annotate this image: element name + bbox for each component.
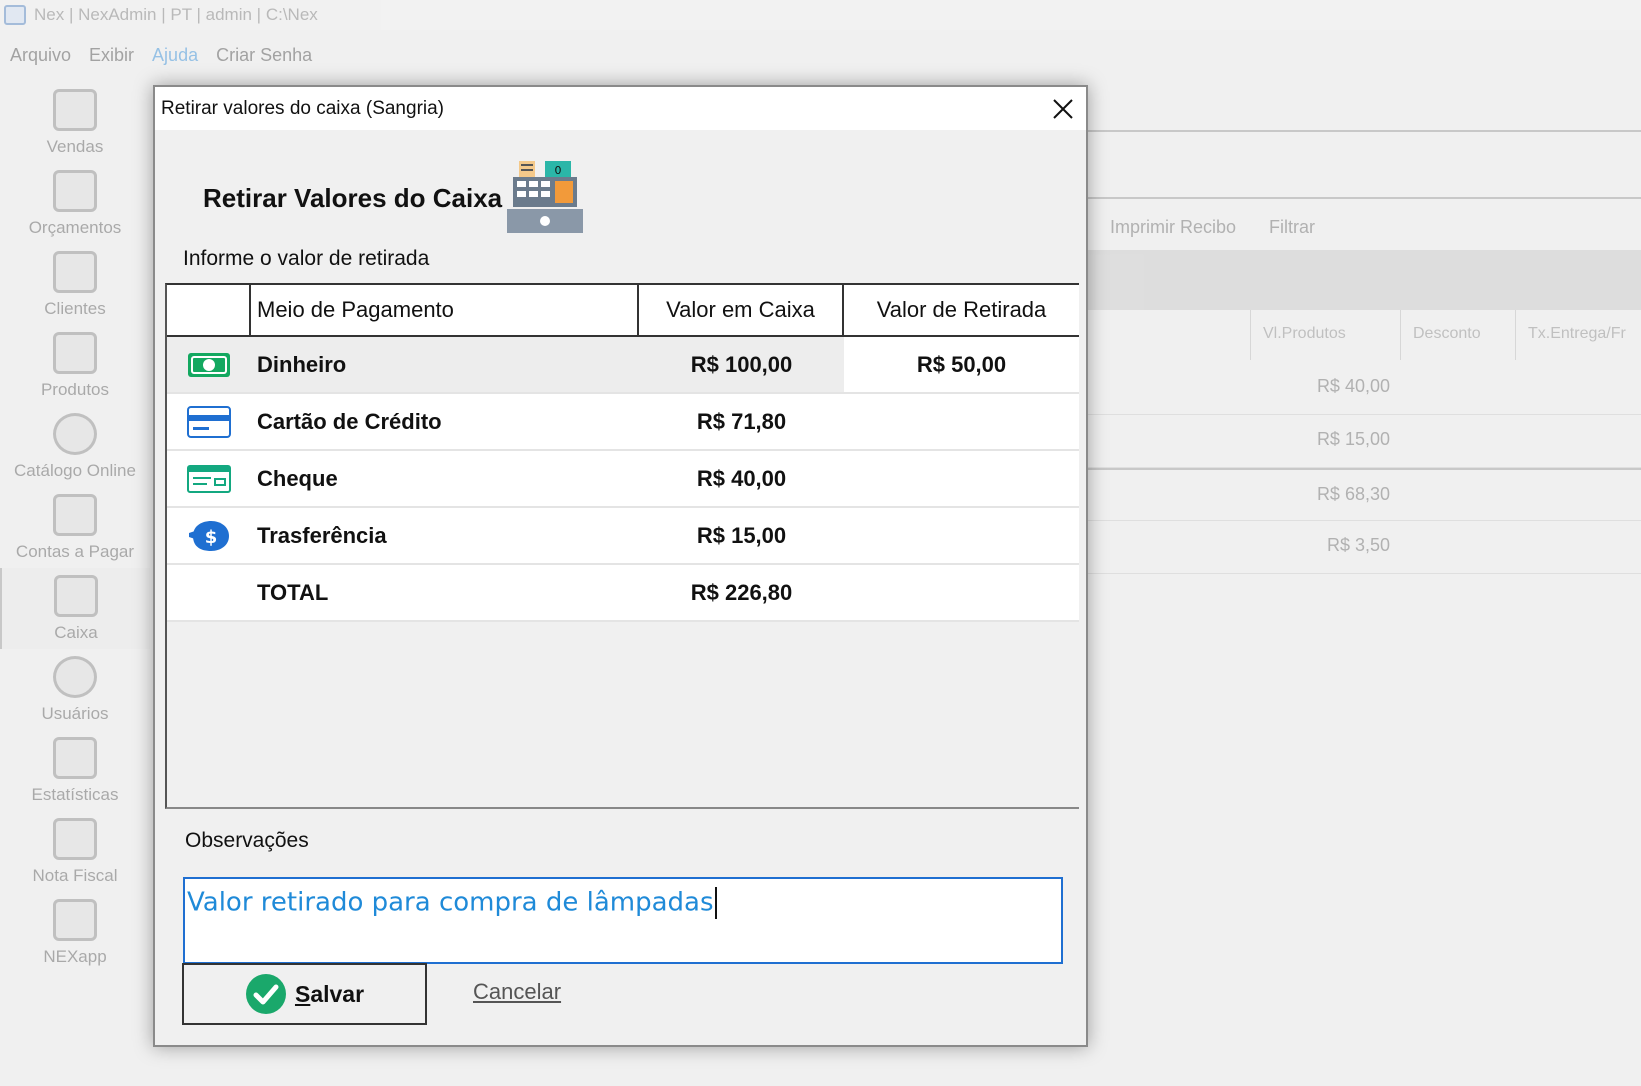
column-in-register: Valor em Caixa	[639, 285, 844, 335]
table-row[interactable]: $ Trasferência R$ 15,00	[167, 508, 1079, 565]
sidebar-item-produtos[interactable]: Produtos	[0, 325, 150, 406]
sidebar-item-orcamentos[interactable]: Orçamentos	[0, 163, 150, 244]
chart-icon	[53, 737, 97, 779]
box-icon	[53, 332, 97, 374]
sidebar-item-usuarios[interactable]: Usuários	[0, 649, 150, 730]
background-band	[1050, 250, 1641, 310]
cash-register-icon: 0	[507, 161, 583, 233]
withdrawal-value[interactable]	[844, 508, 1079, 563]
sidebar: Vendas Orçamentos Clientes Produtos Catá…	[0, 82, 150, 973]
header-icon-cell	[167, 285, 251, 335]
sidebar-item-catalogo[interactable]: Catálogo Online	[0, 406, 150, 487]
qr-icon	[53, 818, 97, 860]
notes-input[interactable]: Valor retirado para compra de lâmpadas	[183, 877, 1063, 964]
dialog-title: Retirar valores do caixa (Sangria)	[161, 97, 445, 119]
table-row: R$ 15,00	[1050, 415, 1641, 468]
grid-header: Meio de Pagamento Valor em Caixa Valor d…	[167, 285, 1079, 337]
in-register-value: R$ 100,00	[690, 351, 793, 377]
print-receipt-button[interactable]: Imprimir Recibo	[1110, 217, 1236, 237]
total-label: TOTAL	[257, 579, 329, 605]
register-icon	[54, 575, 98, 617]
menu-arquivo[interactable]: Arquivo	[10, 45, 71, 66]
withdrawal-value[interactable]	[844, 394, 1079, 449]
app-icon	[4, 5, 26, 25]
total-withdrawal	[844, 565, 1079, 620]
withdrawal-prompt: Informe o valor de retirada	[183, 247, 430, 270]
globe-icon	[53, 413, 97, 455]
total-row: TOTAL R$ 226,80	[167, 565, 1079, 622]
withdrawal-dialog: Retirar valores do caixa (Sangria) Retir…	[153, 85, 1088, 1047]
table-row: R$ 3,50	[1050, 521, 1641, 574]
window-titlebar: Nex | NexAdmin | PT | admin | C:\Nex	[0, 0, 1641, 30]
cart-icon	[53, 89, 97, 131]
table-row[interactable]: Cheque R$ 40,00	[167, 451, 1079, 508]
save-label: alvar	[310, 980, 365, 1007]
payment-methods-grid: Meio de Pagamento Valor em Caixa Valor d…	[165, 283, 1079, 809]
sidebar-item-nota-fiscal[interactable]: Nota Fiscal	[0, 811, 150, 892]
cash-icon	[188, 352, 230, 377]
table-row[interactable]: Dinheiro R$ 100,00 R$ 50,00	[167, 337, 1079, 394]
close-icon	[1053, 98, 1073, 119]
sidebar-item-caixa[interactable]: Caixa	[0, 568, 150, 649]
sidebar-item-clientes[interactable]: Clientes	[0, 244, 150, 325]
withdrawal-value[interactable]	[844, 451, 1079, 506]
sidebar-item-contas[interactable]: Contas a Pagar	[0, 487, 150, 568]
piggy-bank-icon: $	[189, 520, 229, 551]
method-name: Trasferência	[257, 522, 387, 548]
background-table-header: Vl.Produtos Desconto Tx.Entrega/Fr	[1050, 310, 1641, 360]
sidebar-item-vendas[interactable]: Vendas	[0, 82, 150, 163]
menu-ajuda[interactable]: Ajuda	[152, 45, 198, 66]
dialog-header: Retirar Valores do Caixa	[203, 183, 503, 213]
svg-text:$: $	[205, 527, 218, 548]
total-value: R$ 226,80	[690, 579, 793, 605]
filter-button[interactable]: Filtrar	[1269, 217, 1315, 237]
table-row[interactable]: Cartão de Crédito R$ 71,80	[167, 394, 1079, 451]
method-name: Dinheiro	[257, 351, 347, 377]
column-tx-entrega: Tx.Entrega/Fr	[1515, 310, 1638, 360]
in-register-value: R$ 71,80	[696, 408, 787, 434]
checkmark-icon	[245, 974, 286, 1014]
sidebar-item-nexapp[interactable]: NEXapp	[0, 892, 150, 973]
menu-exibir[interactable]: Exibir	[89, 45, 134, 66]
background-main: Imprimir Recibo Filtrar Vl.Produtos Desc…	[1050, 82, 1641, 1086]
svg-text:0: 0	[555, 164, 562, 177]
column-vl-produtos: Vl.Produtos	[1250, 310, 1400, 360]
window-title: Nex | NexAdmin | PT | admin | C:\Nex	[34, 5, 318, 24]
credit-card-icon	[187, 405, 231, 438]
in-register-value: R$ 40,00	[696, 465, 787, 491]
bill-icon	[53, 494, 97, 536]
column-method: Meio de Pagamento	[251, 285, 639, 335]
method-name: Cheque	[257, 465, 338, 491]
document-icon	[53, 170, 97, 212]
table-row: R$ 40,00	[1050, 362, 1641, 415]
cancel-link[interactable]: Cancelar	[473, 979, 561, 1005]
withdrawal-value[interactable]: R$ 50,00	[844, 337, 1079, 392]
save-button[interactable]: Salvar	[182, 963, 427, 1025]
in-register-value: R$ 15,00	[696, 522, 787, 548]
close-button[interactable]	[1040, 87, 1086, 130]
divider	[1050, 130, 1641, 132]
column-withdrawal: Valor de Retirada	[876, 297, 1047, 322]
column-desconto: Desconto	[1400, 310, 1515, 360]
table-row: R$ 68,30	[1050, 468, 1641, 521]
save-mnemonic: S	[294, 980, 311, 1007]
menu-criar-senha[interactable]: Criar Senha	[216, 45, 312, 66]
background-toolbar: Imprimir Recibo Filtrar	[1110, 217, 1343, 238]
divider	[1050, 197, 1641, 199]
sidebar-item-estatisticas[interactable]: Estatísticas	[0, 730, 150, 811]
contacts-icon	[53, 251, 97, 293]
phone-icon	[53, 899, 97, 941]
user-icon	[53, 656, 97, 698]
method-name: Cartão de Crédito	[257, 408, 442, 434]
menu-bar: Arquivo Exibir Ajuda Criar Senha	[0, 38, 320, 72]
cheque-icon	[187, 464, 231, 493]
text-caret	[714, 887, 717, 919]
dialog-titlebar: Retirar valores do caixa (Sangria)	[155, 87, 1086, 130]
notes-value: Valor retirado para compra de lâmpadas	[187, 887, 714, 918]
notes-label: Observações	[185, 829, 309, 852]
